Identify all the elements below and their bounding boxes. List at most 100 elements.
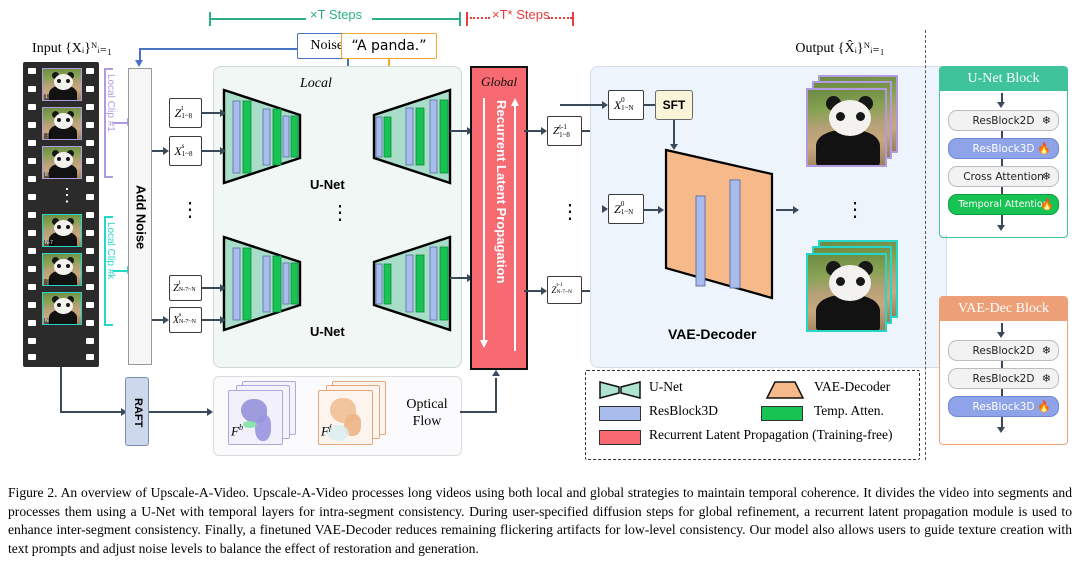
vae-z0-sup: 0	[620, 200, 625, 208]
unet-block-panel: U-Net Block ResBlock2D ❄ ResBlock3D 🔥 Cr…	[939, 66, 1068, 238]
sft-label: SFT	[662, 98, 686, 112]
latent-x-top-sub: 1~8	[181, 150, 193, 158]
input-frame-mid-last: ⋮	[42, 253, 82, 286]
global-steps-dots-left	[470, 17, 490, 21]
zin-bot-sub: N-7~N	[556, 289, 573, 295]
output-frames-first	[806, 75, 899, 169]
propagation-down-arrow	[479, 340, 488, 348]
latent-zt1-top-box: Z t-1 1~8	[547, 116, 582, 146]
input-frames-ellipsis: ⋮	[58, 185, 76, 205]
latent-z-top-sub: 1~8	[181, 112, 193, 120]
sft-box: SFT	[655, 90, 693, 120]
global-module-label: Recurrent Latent Propagation	[494, 100, 509, 284]
latent-x-top-base: X	[174, 143, 182, 158]
output-title: Output {X̂ᵢ}ᴺᵢ₌₁	[795, 41, 885, 56]
add-noise-block: Add Noise	[128, 68, 152, 365]
latent-x-top-box: X s 1~8	[169, 136, 202, 166]
latent-z-bot-box: Z t N-7~N	[169, 275, 202, 301]
vae-x0-box: X 0 1~N	[608, 90, 644, 120]
vae-decoder-label: VAE-Decoder	[668, 326, 757, 342]
vae-row-label: ResBlock3D	[972, 400, 1035, 413]
legend-label-unet: U-Net	[649, 379, 683, 394]
frame-number: N	[44, 318, 50, 324]
latent-z-top-sup: t	[181, 104, 184, 112]
unet-row-temporal-attention: Temporal Attention 🔥	[948, 194, 1059, 215]
output-frames-ellipsis: ⋮	[845, 199, 865, 221]
zin-top-sub: 1~8	[559, 130, 570, 139]
propagation-up-arrow	[510, 98, 519, 106]
vae-row-resblock3d: ResBlock3D 🔥	[948, 396, 1059, 417]
legend-rlp-swatch	[599, 430, 641, 445]
unet-row-label: Temporal Attention	[958, 199, 1049, 210]
input-frame-n-7: N-7	[42, 214, 82, 247]
snowflake-icon: ❄	[1041, 372, 1051, 385]
unet-bottom-diagram	[222, 235, 452, 332]
raft-block: RAFT	[125, 377, 149, 446]
vae-row-label: ResBlock2D	[972, 344, 1035, 357]
legend-label-vae-decoder: VAE-Decoder	[814, 379, 891, 394]
optical-flow-label: Optical Flow	[406, 397, 448, 429]
global-section-label: Global	[480, 74, 518, 89]
vae-z0-box: Z 0 1~N	[608, 194, 644, 224]
local-steps-bar-left	[210, 18, 306, 20]
frame-number: 1	[44, 94, 49, 100]
add-noise-label: Add Noise	[133, 185, 149, 250]
unet-block-title: U-Net Block	[940, 67, 1067, 91]
local-steps-label: ×T Steps	[310, 7, 363, 22]
input-title: Input {Xᵢ}ᴺᵢ₌₁	[32, 41, 112, 56]
global-steps-label: ×T* Steps	[492, 7, 550, 22]
noise-arrow-down	[135, 60, 143, 67]
snowflake-icon: ❄	[1041, 344, 1051, 357]
legend-resblock3d-swatch	[599, 406, 641, 421]
latent-x-bot-box: X s N-7~N	[169, 307, 202, 333]
fire-icon: 🔥	[1037, 142, 1051, 155]
latent-x-bot-sup: s	[179, 312, 182, 318]
vae-x0-sup: 0	[621, 96, 625, 104]
vae-z0-base: Z	[614, 201, 621, 216]
forward-flow-base: F	[321, 423, 329, 439]
unet-row-label: ResBlock3D	[972, 142, 1035, 155]
frame-number: ⋮	[44, 133, 51, 139]
fire-icon: 🔥	[1040, 198, 1054, 211]
legend-temp-atten-swatch	[761, 406, 803, 421]
figure-caption: Figure 2. An overview of Upscale-A-Video…	[8, 485, 1072, 556]
text-prompt-box[interactable]: “A panda.”	[341, 33, 437, 59]
vae-x0-base: X	[613, 97, 622, 112]
output-frames-last	[806, 240, 899, 334]
vae-decoder-shape	[664, 148, 774, 300]
latent-z-top-base: Z	[174, 105, 182, 120]
local-steps-bar-right	[372, 18, 460, 20]
latent-zt1-bot-box: Z t-1 N-7~N	[547, 276, 582, 304]
forward-flow-thumbnails: Ff	[318, 381, 394, 447]
latents-ellipsis: ⋮	[180, 199, 200, 221]
legend-unet-icon	[599, 381, 641, 399]
input-frame-n: N	[42, 292, 82, 325]
legend-label-temp-atten: Temp. Atten.	[814, 403, 884, 418]
backward-flow-thumbnails: Fb	[228, 381, 304, 447]
backward-flow-sup: b	[238, 423, 243, 432]
latent-x-top-sup: s	[181, 142, 185, 150]
snowflake-icon: ❄	[1041, 114, 1051, 127]
latent-z-bot-sup: t	[178, 280, 181, 286]
legend-label-rlp: Recurrent Latent Propagation (Training-f…	[649, 427, 893, 442]
vae-row-resblock2d-1: ResBlock2D ❄	[948, 340, 1059, 361]
legend-vae-decoder-icon	[765, 381, 805, 399]
latent-z-bot-sub: N-7~N	[178, 287, 196, 293]
text-prompt-label: “A panda.”	[351, 38, 427, 54]
unet-row-resblock2d: ResBlock2D ❄	[948, 110, 1059, 131]
unet-row-cross-attention: Cross Attention ❄	[948, 166, 1059, 187]
vae-block-title: VAE-Dec Block	[940, 297, 1067, 321]
vae-row-resblock2d-2: ResBlock2D ❄	[948, 368, 1059, 389]
unet-bottom-label: U-Net	[310, 324, 345, 339]
input-frame-1: 1	[42, 68, 82, 101]
frame-number: N-7	[44, 240, 55, 246]
zin-bot-sup: t-1	[556, 282, 563, 288]
vae-row-label: ResBlock2D	[972, 372, 1035, 385]
recurrent-latent-propagation-block: Global Recurrent Latent Propagation	[470, 66, 528, 370]
global-steps-cap-left	[466, 12, 468, 26]
unet-row-label: ResBlock2D	[972, 114, 1035, 127]
panel-divider	[925, 30, 926, 460]
raft-label: RAFT	[132, 397, 144, 428]
local-unet-ellipsis: ⋮	[330, 202, 350, 224]
right-latents-ellipsis: ⋮	[560, 201, 580, 223]
